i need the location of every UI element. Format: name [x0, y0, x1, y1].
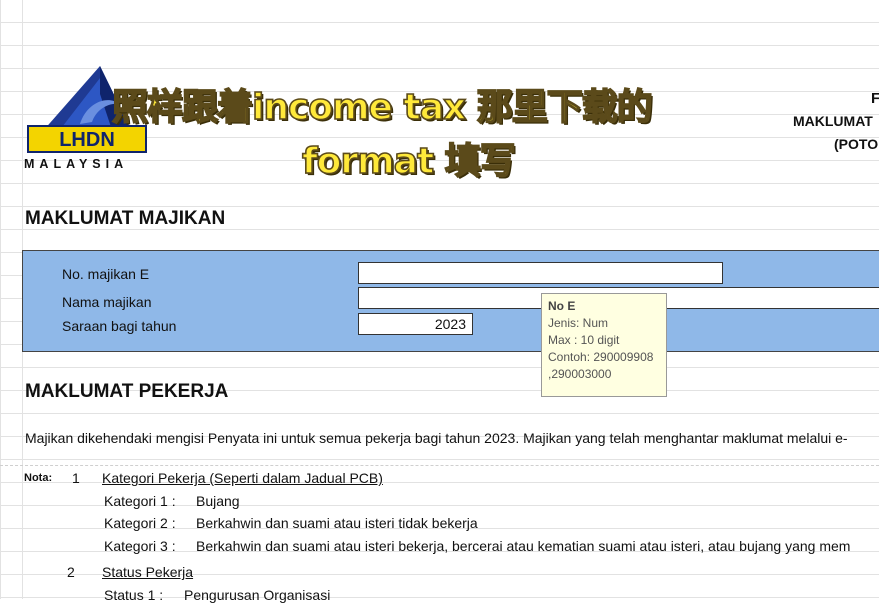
no-majikan-input[interactable] — [358, 262, 723, 284]
tooltip-line: ,290003000 — [548, 367, 612, 381]
nota-label: Nota: — [24, 472, 53, 484]
status-1-text: Pengurusan Organisasi — [184, 587, 331, 603]
kategori-3-label: Kategori 3 : — [104, 538, 176, 554]
tooltip-title: No E — [548, 299, 576, 313]
logo-lhdn-text: LHDN — [59, 129, 115, 151]
form-header-line-1: F — [871, 90, 879, 107]
kategori-1-label: Kategori 1 : — [104, 493, 176, 509]
kategori-2-label: Kategori 2 : — [104, 515, 176, 531]
saraan-tahun-input[interactable]: 2023 — [358, 313, 473, 335]
label-nama-majikan: Nama majikan — [62, 294, 152, 310]
cell-comment-tooltip: No E Jenis: Num Max : 10 digit Contoh: 2… — [541, 293, 667, 397]
section-title-majikan: MAKLUMAT MAJIKAN — [25, 208, 226, 229]
kategori-3-text: Berkahwin dan suami atau isteri bekerja,… — [196, 538, 851, 554]
tooltip-line: Jenis: Num — [548, 316, 609, 330]
row-divider — [0, 465, 879, 466]
kategori-1-text: Bujang — [196, 493, 240, 509]
form-header-line-3: (POTO — [834, 136, 879, 152]
nota-item-1-title: Kategori Pekerja (Seperti dalam Jadual P… — [102, 470, 383, 486]
nota-item-1-number: 1 — [72, 470, 80, 486]
tooltip-line: Contoh: 290009908 — [548, 350, 654, 364]
caption-line-1: 照样跟着income tax 那里下载的 — [111, 86, 653, 129]
section-title-pekerja: MAKLUMAT PEKERJA — [25, 381, 229, 402]
status-1-label: Status 1 : — [104, 587, 164, 603]
label-saraan-tahun: Saraan bagi tahun — [62, 318, 177, 334]
pekerja-intro-text: Majikan dikehendaki mengisi Penyata ini … — [25, 430, 848, 446]
label-no-majikan: No. majikan E — [62, 266, 150, 282]
grid-column-line — [0, 0, 1, 599]
form-header-line-2: MAKLUMAT — [793, 113, 873, 129]
nota-item-2-title: Status Pekerja — [102, 564, 194, 580]
caption-line-2: format 填写 — [301, 140, 516, 183]
tooltip-line: Max : 10 digit — [548, 333, 620, 347]
logo-country-text: MALAYSIA — [24, 157, 128, 171]
kategori-2-text: Berkahwin dan suami atau isteri tidak be… — [196, 515, 478, 531]
nota-item-2-number: 2 — [67, 564, 75, 580]
